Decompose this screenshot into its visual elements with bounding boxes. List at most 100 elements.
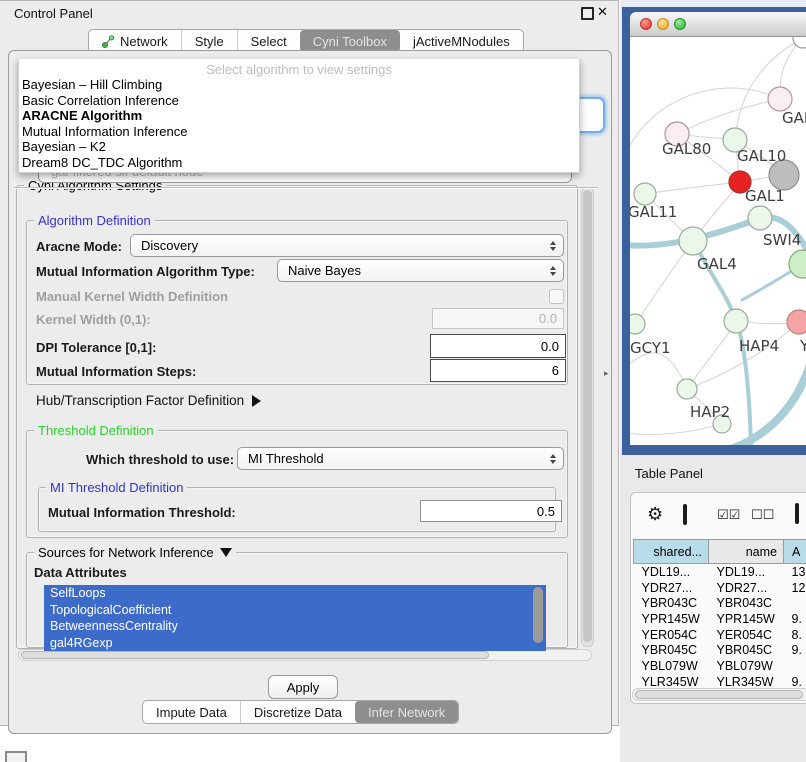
column-header[interactable]: shared... xyxy=(634,540,709,564)
split-columns-icon[interactable] xyxy=(683,504,687,525)
dropdown-item[interactable]: Dream8 DC_TDC Algorithm xyxy=(19,155,579,171)
data-attributes-list: SelfLoops TopologicalCoefficient Between… xyxy=(44,585,546,651)
network-node-gal4[interactable] xyxy=(679,227,707,255)
kernel-width-field xyxy=(432,308,564,329)
unchecked-boxes-icon[interactable]: ☐☐ xyxy=(751,507,774,523)
checked-boxes-icon[interactable]: ☑☑ xyxy=(717,507,740,523)
list-item[interactable]: SelfLoops xyxy=(44,585,546,602)
tab-discretize-data[interactable]: Discretize Data xyxy=(240,701,355,723)
close-icon[interactable]: ✕ xyxy=(597,4,608,20)
mi-threshold-field[interactable] xyxy=(420,500,562,522)
dropdown-item[interactable]: Bayesian – K2 xyxy=(19,139,579,155)
bottom-tabbar: Impute Data Discretize Data Infer Networ… xyxy=(142,700,459,724)
mi-algorithm-type-label: Mutual Information Algorithm Type: xyxy=(36,264,255,279)
list-item[interactable]: TopologicalCoefficient xyxy=(44,602,546,619)
sources-title: Sources for Network Inference xyxy=(38,545,214,560)
network-canvas[interactable]: GAL GAL80 GAL10 GAL1 GAL11 SWI4 GAL4 GCY… xyxy=(630,37,806,445)
network-node[interactable] xyxy=(768,87,792,111)
which-threshold-label: Which threshold to use: xyxy=(86,452,234,467)
panel-splitter-handle[interactable]: ▸ xyxy=(604,368,609,379)
dropdown-item[interactable]: Basic Correlation Inference xyxy=(19,93,579,109)
gear-icon[interactable]: ⚙ xyxy=(647,504,663,525)
mi-threshold-label: Mutual Information Threshold: xyxy=(48,505,236,520)
table-panel-card: ⚙ ☑☑ ☐☐ shared... name A YDL19...YDL19..… xyxy=(630,492,806,704)
apply-button[interactable]: Apply xyxy=(268,675,338,699)
tab-select[interactable]: Select xyxy=(237,30,300,52)
dropdown-item-selected[interactable]: ARACNE Algorithm xyxy=(19,108,579,124)
mi-steps-field[interactable] xyxy=(430,359,566,382)
node-label: GAL10 xyxy=(737,147,786,165)
list-item[interactable]: gal4RGexp xyxy=(44,635,546,652)
network-window-titlebar[interactable] xyxy=(630,12,806,37)
new-table-icon[interactable] xyxy=(795,503,799,524)
manual-kernel-checkbox[interactable] xyxy=(549,289,564,304)
table-row[interactable]: YPR145WYPR145W9. xyxy=(634,611,806,627)
collapse-down-icon xyxy=(220,548,232,563)
table-row[interactable]: YBR045CYBR045C9. xyxy=(634,642,806,658)
combo-arrows-icon xyxy=(550,266,556,276)
network-node-hap4[interactable] xyxy=(724,309,748,333)
mi-threshold-group-title: MI Threshold Definition xyxy=(46,480,187,495)
dropdown-placeholder: Select algorithm to view settings xyxy=(19,62,579,77)
tab-impute-data[interactable]: Impute Data xyxy=(143,701,240,723)
combo-arrows-icon xyxy=(550,241,556,251)
network-node[interactable] xyxy=(787,310,806,334)
groupbox-divider xyxy=(14,187,598,189)
node-label: SWI4 xyxy=(763,231,801,249)
table-row[interactable]: YDL19...YDL19...13 xyxy=(634,564,806,580)
mi-algorithm-type-combobox[interactable]: Naive Bayes xyxy=(277,259,564,282)
mi-algorithm-type-value: Naive Bayes xyxy=(288,263,563,278)
table-row[interactable]: YBR043CYBR043C xyxy=(634,595,806,611)
tab-style[interactable]: Style xyxy=(181,30,237,52)
screen: Control Panel ✕ Network Style Select Cyn… xyxy=(0,0,806,762)
table-horizontal-scrollbar[interactable] xyxy=(632,688,806,701)
control-panel-title: Control Panel xyxy=(14,6,93,21)
tab-jactivemnodules[interactable]: jActiveMNodules xyxy=(400,30,523,52)
dropdown-item[interactable]: Mutual Information Inference xyxy=(19,124,579,140)
network-node-swi4[interactable] xyxy=(748,206,772,230)
tab-network[interactable]: Network xyxy=(89,30,181,52)
which-threshold-combobox[interactable]: MI Threshold xyxy=(237,447,564,470)
table-panel-title: Table Panel xyxy=(635,466,703,481)
column-header[interactable]: name xyxy=(709,540,784,564)
network-node-gal11[interactable] xyxy=(634,183,656,205)
combo-arrows-icon xyxy=(550,454,556,464)
sources-title-row[interactable]: Sources for Network Inference xyxy=(34,545,236,563)
network-node-hap2[interactable] xyxy=(677,379,697,399)
hub-tf-definition-label: Hub/Transcription Factor Definition xyxy=(36,393,244,408)
which-threshold-value: MI Threshold xyxy=(248,451,563,466)
close-traffic-light-icon[interactable] xyxy=(640,18,652,30)
attributes-list-scrollbar[interactable] xyxy=(533,587,543,643)
node-label: GAL11 xyxy=(630,203,677,221)
network-node[interactable] xyxy=(789,250,806,278)
zoom-traffic-light-icon[interactable] xyxy=(674,18,686,30)
settings-vertical-scrollbar[interactable] xyxy=(581,187,594,647)
minimized-window-icon[interactable] xyxy=(5,751,27,762)
dropdown-item[interactable]: Bayesian – Hill Climbing xyxy=(19,77,579,93)
hub-tf-definition-toggle[interactable]: Hub/Transcription Factor Definition xyxy=(36,393,267,408)
network-node-gcy1[interactable] xyxy=(630,314,645,334)
tab-cyni-toolbox[interactable]: Cyni Toolbox xyxy=(300,30,400,52)
tab-infer-network[interactable]: Infer Network xyxy=(355,701,458,723)
node-label: HAP2 xyxy=(690,403,730,421)
aracne-mode-combobox[interactable]: Discovery xyxy=(130,234,564,257)
node-label: GCY1 xyxy=(630,339,671,357)
network-window: GAL GAL80 GAL10 GAL1 GAL11 SWI4 GAL4 GCY… xyxy=(630,12,806,445)
dpi-tolerance-field[interactable] xyxy=(430,334,566,358)
table-row[interactable]: YER054CYER054C8. xyxy=(634,627,806,643)
mi-steps-label: Mutual Information Steps: xyxy=(36,364,196,379)
network-icon xyxy=(102,35,115,48)
list-item[interactable]: BetweennessCentrality xyxy=(44,618,546,635)
minimize-traffic-light-icon[interactable] xyxy=(657,18,669,30)
float-window-icon[interactable] xyxy=(581,7,594,20)
table-row[interactable]: YDR27...YDR27...12 xyxy=(634,580,806,596)
node-label: HAP4 xyxy=(739,337,779,355)
control-panel-window: Control Panel ✕ Network Style Select Cyn… xyxy=(0,0,619,726)
node-label: GAL80 xyxy=(662,140,711,158)
kernel-width-label: Kernel Width (0,1): xyxy=(36,312,151,327)
node-label: GAL xyxy=(782,109,806,127)
table-row[interactable]: YBL079WYBL079W xyxy=(634,658,806,674)
column-header[interactable]: A xyxy=(784,540,806,564)
network-frame-top-strip xyxy=(622,0,806,7)
node-label: Y xyxy=(799,337,806,355)
